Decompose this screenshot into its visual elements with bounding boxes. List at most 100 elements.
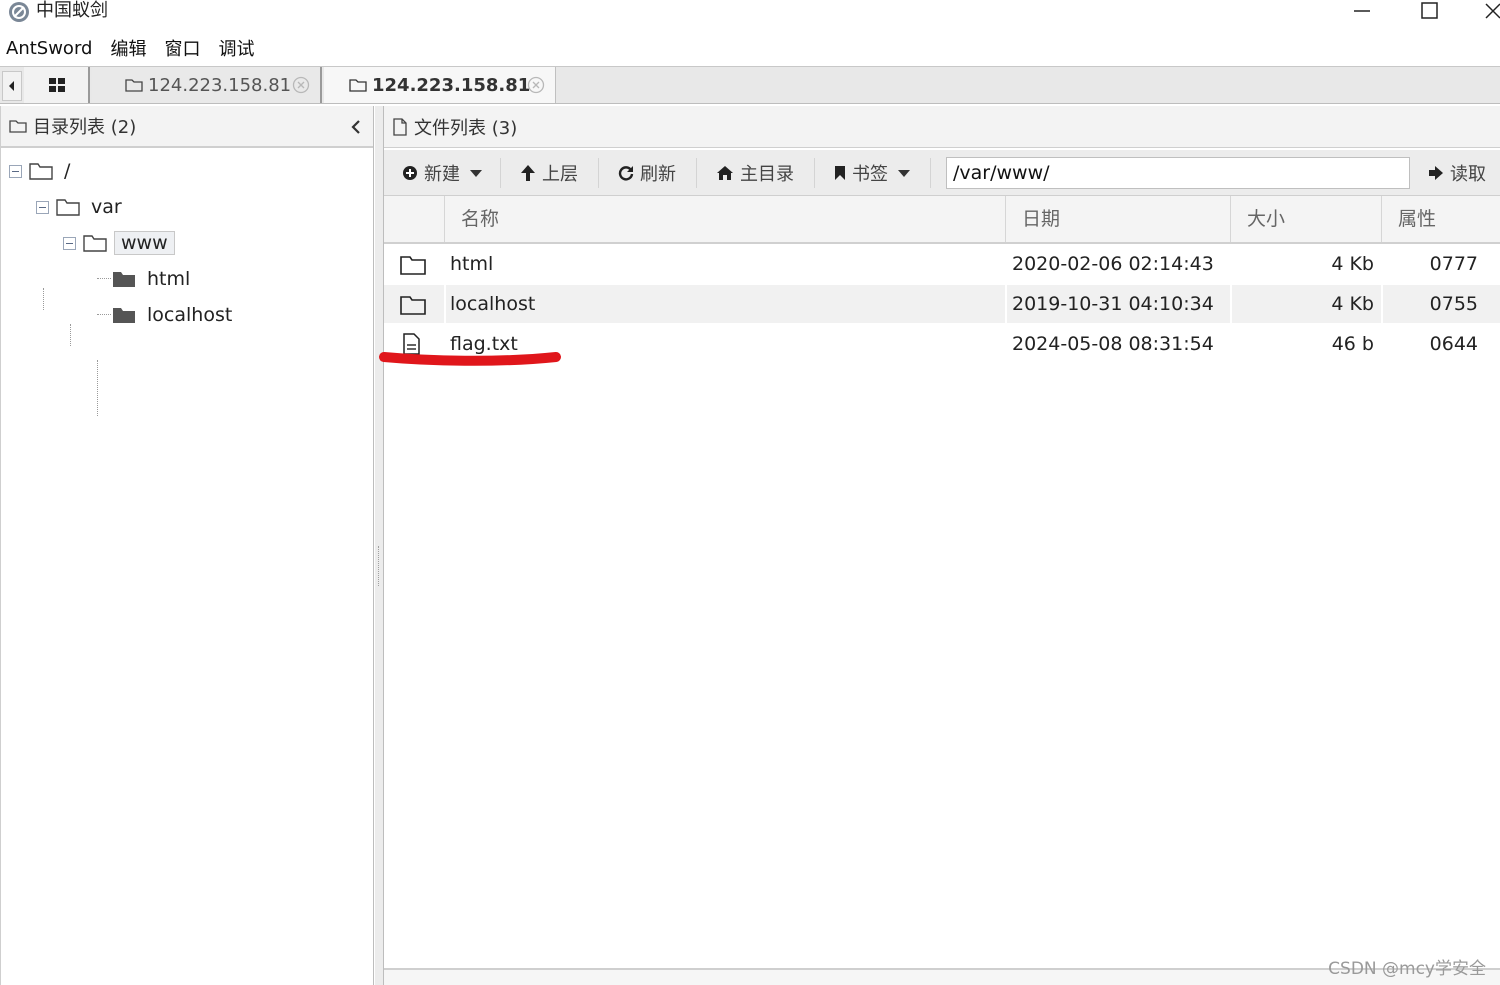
refresh-icon xyxy=(618,166,634,181)
directory-panel: 目录列表 (2) / var www html localhost xyxy=(0,106,374,985)
read-path-label: 读取 xyxy=(1450,164,1486,185)
file-date: 2020-02-06 02:14:43 xyxy=(1012,253,1214,275)
tab-shell-2-active[interactable]: 124.223.158.81 xyxy=(324,67,556,103)
header-name[interactable]: 名称 xyxy=(444,196,1005,242)
red-underline-annotation xyxy=(379,352,561,366)
window-title: 中国蚁剑 xyxy=(36,0,108,21)
folder-outline-icon xyxy=(400,256,426,275)
column-divider xyxy=(1005,285,1007,323)
folder-outline-icon xyxy=(29,163,53,180)
tree-collapse-toggle[interactable] xyxy=(9,164,22,178)
toolbar-divider xyxy=(500,158,501,188)
tree-node-html[interactable]: html xyxy=(111,264,190,294)
file-attr: 0755 xyxy=(1429,293,1478,315)
splitter-grip xyxy=(378,546,379,586)
watermark-text: CSDN @mcy学安全 xyxy=(1328,959,1486,979)
tree-node-label: var xyxy=(91,196,122,218)
file-panel-title: 文件列表 (3) xyxy=(414,117,518,139)
menu-window[interactable]: 窗口 xyxy=(158,35,206,61)
refresh-button[interactable]: 刷新 xyxy=(618,158,676,188)
tree-node-label: / xyxy=(64,160,71,182)
chevron-down-icon xyxy=(898,169,910,177)
menu-edit[interactable]: 编辑 xyxy=(104,35,152,61)
read-path-button[interactable]: 读取 xyxy=(1428,158,1486,188)
refresh-label: 刷新 xyxy=(640,164,676,185)
tab-scroll-left-button[interactable] xyxy=(2,71,22,101)
tree-connector xyxy=(70,324,71,346)
file-size: 4 Kb xyxy=(1331,293,1374,315)
bookmark-icon xyxy=(835,166,845,180)
tab-close-icon[interactable] xyxy=(527,76,545,94)
file-attr: 0777 xyxy=(1429,253,1478,275)
home-dir-label: 主目录 xyxy=(740,164,794,185)
folder-filled-icon xyxy=(113,308,135,323)
close-icon[interactable] xyxy=(1478,0,1500,22)
file-size: 46 b xyxy=(1331,333,1374,355)
tree-collapse-toggle[interactable] xyxy=(63,236,76,250)
tab-bar: 124.223.158.81 124.223.158.81 xyxy=(0,66,1500,104)
toolbar-divider xyxy=(598,158,599,188)
tab-home-grid[interactable] xyxy=(24,67,90,103)
menu-bar: AntSword 编辑 窗口 调试 xyxy=(0,30,1500,66)
arrow-up-icon xyxy=(521,165,535,181)
folder-outline-icon xyxy=(400,296,426,315)
column-divider xyxy=(1381,285,1383,323)
file-attr: 0644 xyxy=(1429,333,1478,355)
tree-connector xyxy=(97,360,98,416)
directory-panel-header: 目录列表 (2) xyxy=(1,106,373,148)
column-divider xyxy=(1230,285,1232,323)
caret-left-icon xyxy=(9,81,14,91)
minimize-icon[interactable] xyxy=(1342,0,1382,22)
file-date: 2019-10-31 04:10:34 xyxy=(1012,293,1214,315)
tab-label: 124.223.158.81 xyxy=(372,74,531,96)
folder-outline-icon xyxy=(9,120,27,133)
menu-antsword[interactable]: AntSword xyxy=(0,38,98,59)
maximize-icon[interactable] xyxy=(1410,0,1450,22)
folder-outline-icon xyxy=(83,235,107,252)
header-size[interactable]: 大小 xyxy=(1230,196,1381,242)
header-icon-column xyxy=(384,196,444,242)
tree-node-www[interactable]: www xyxy=(63,228,175,258)
tree-node-localhost[interactable]: localhost xyxy=(111,300,232,330)
up-level-label: 上层 xyxy=(542,164,578,185)
tree-connector xyxy=(97,278,111,279)
tab-label: 124.223.158.81 xyxy=(148,74,292,96)
antsword-logo-icon xyxy=(9,2,29,22)
home-icon xyxy=(717,166,733,180)
folder-filled-icon xyxy=(113,272,135,287)
file-panel: 文件列表 (3) 新建 上层 刷新 主目录 书签 /var/www/ 读取 名称… xyxy=(383,106,1500,985)
file-row[interactable]: html 2020-02-06 02:14:43 4 Kb 0777 xyxy=(384,245,1500,283)
collapse-left-icon[interactable] xyxy=(349,119,363,135)
tree-node-var[interactable]: var xyxy=(36,192,122,222)
file-panel-header: 文件列表 (3) xyxy=(384,106,1500,148)
file-name: html xyxy=(450,253,494,275)
new-button[interactable]: 新建 xyxy=(402,158,482,188)
path-input[interactable] xyxy=(946,157,1410,189)
folder-outline-icon xyxy=(56,199,80,216)
file-outline-icon xyxy=(393,117,407,136)
bookmark-button[interactable]: 书签 xyxy=(834,158,910,188)
up-level-button[interactable]: 上层 xyxy=(520,158,578,188)
panel-splitter[interactable] xyxy=(375,106,383,985)
file-toolbar: 新建 上层 刷新 主目录 书签 /var/www/ 读取 xyxy=(384,150,1500,196)
tree-connector xyxy=(43,288,44,310)
tab-close-icon[interactable] xyxy=(292,76,310,94)
plus-circle-icon xyxy=(403,166,417,180)
header-attr[interactable]: 属性 xyxy=(1381,196,1500,242)
menu-debug[interactable]: 调试 xyxy=(212,35,260,61)
file-row[interactable]: localhost 2019-10-31 04:10:34 4 Kb 0755 xyxy=(384,285,1500,323)
tree-collapse-toggle[interactable] xyxy=(36,200,49,214)
tree-connector xyxy=(97,314,111,315)
toolbar-divider xyxy=(814,158,815,188)
tree-node-label: html xyxy=(147,268,191,290)
header-date[interactable]: 日期 xyxy=(1005,196,1230,242)
tab-shell-1[interactable]: 124.223.158.81 xyxy=(92,67,322,103)
home-dir-button[interactable]: 主目录 xyxy=(716,158,794,188)
tree-node-root[interactable]: / xyxy=(9,156,70,186)
tree-node-label-selected: www xyxy=(114,231,175,255)
arrow-right-icon xyxy=(1429,166,1443,180)
file-date: 2024-05-08 08:31:54 xyxy=(1012,333,1214,355)
directory-panel-title: 目录列表 (2) xyxy=(33,117,137,138)
new-button-label: 新建 xyxy=(424,164,460,185)
file-name: localhost xyxy=(450,293,536,315)
